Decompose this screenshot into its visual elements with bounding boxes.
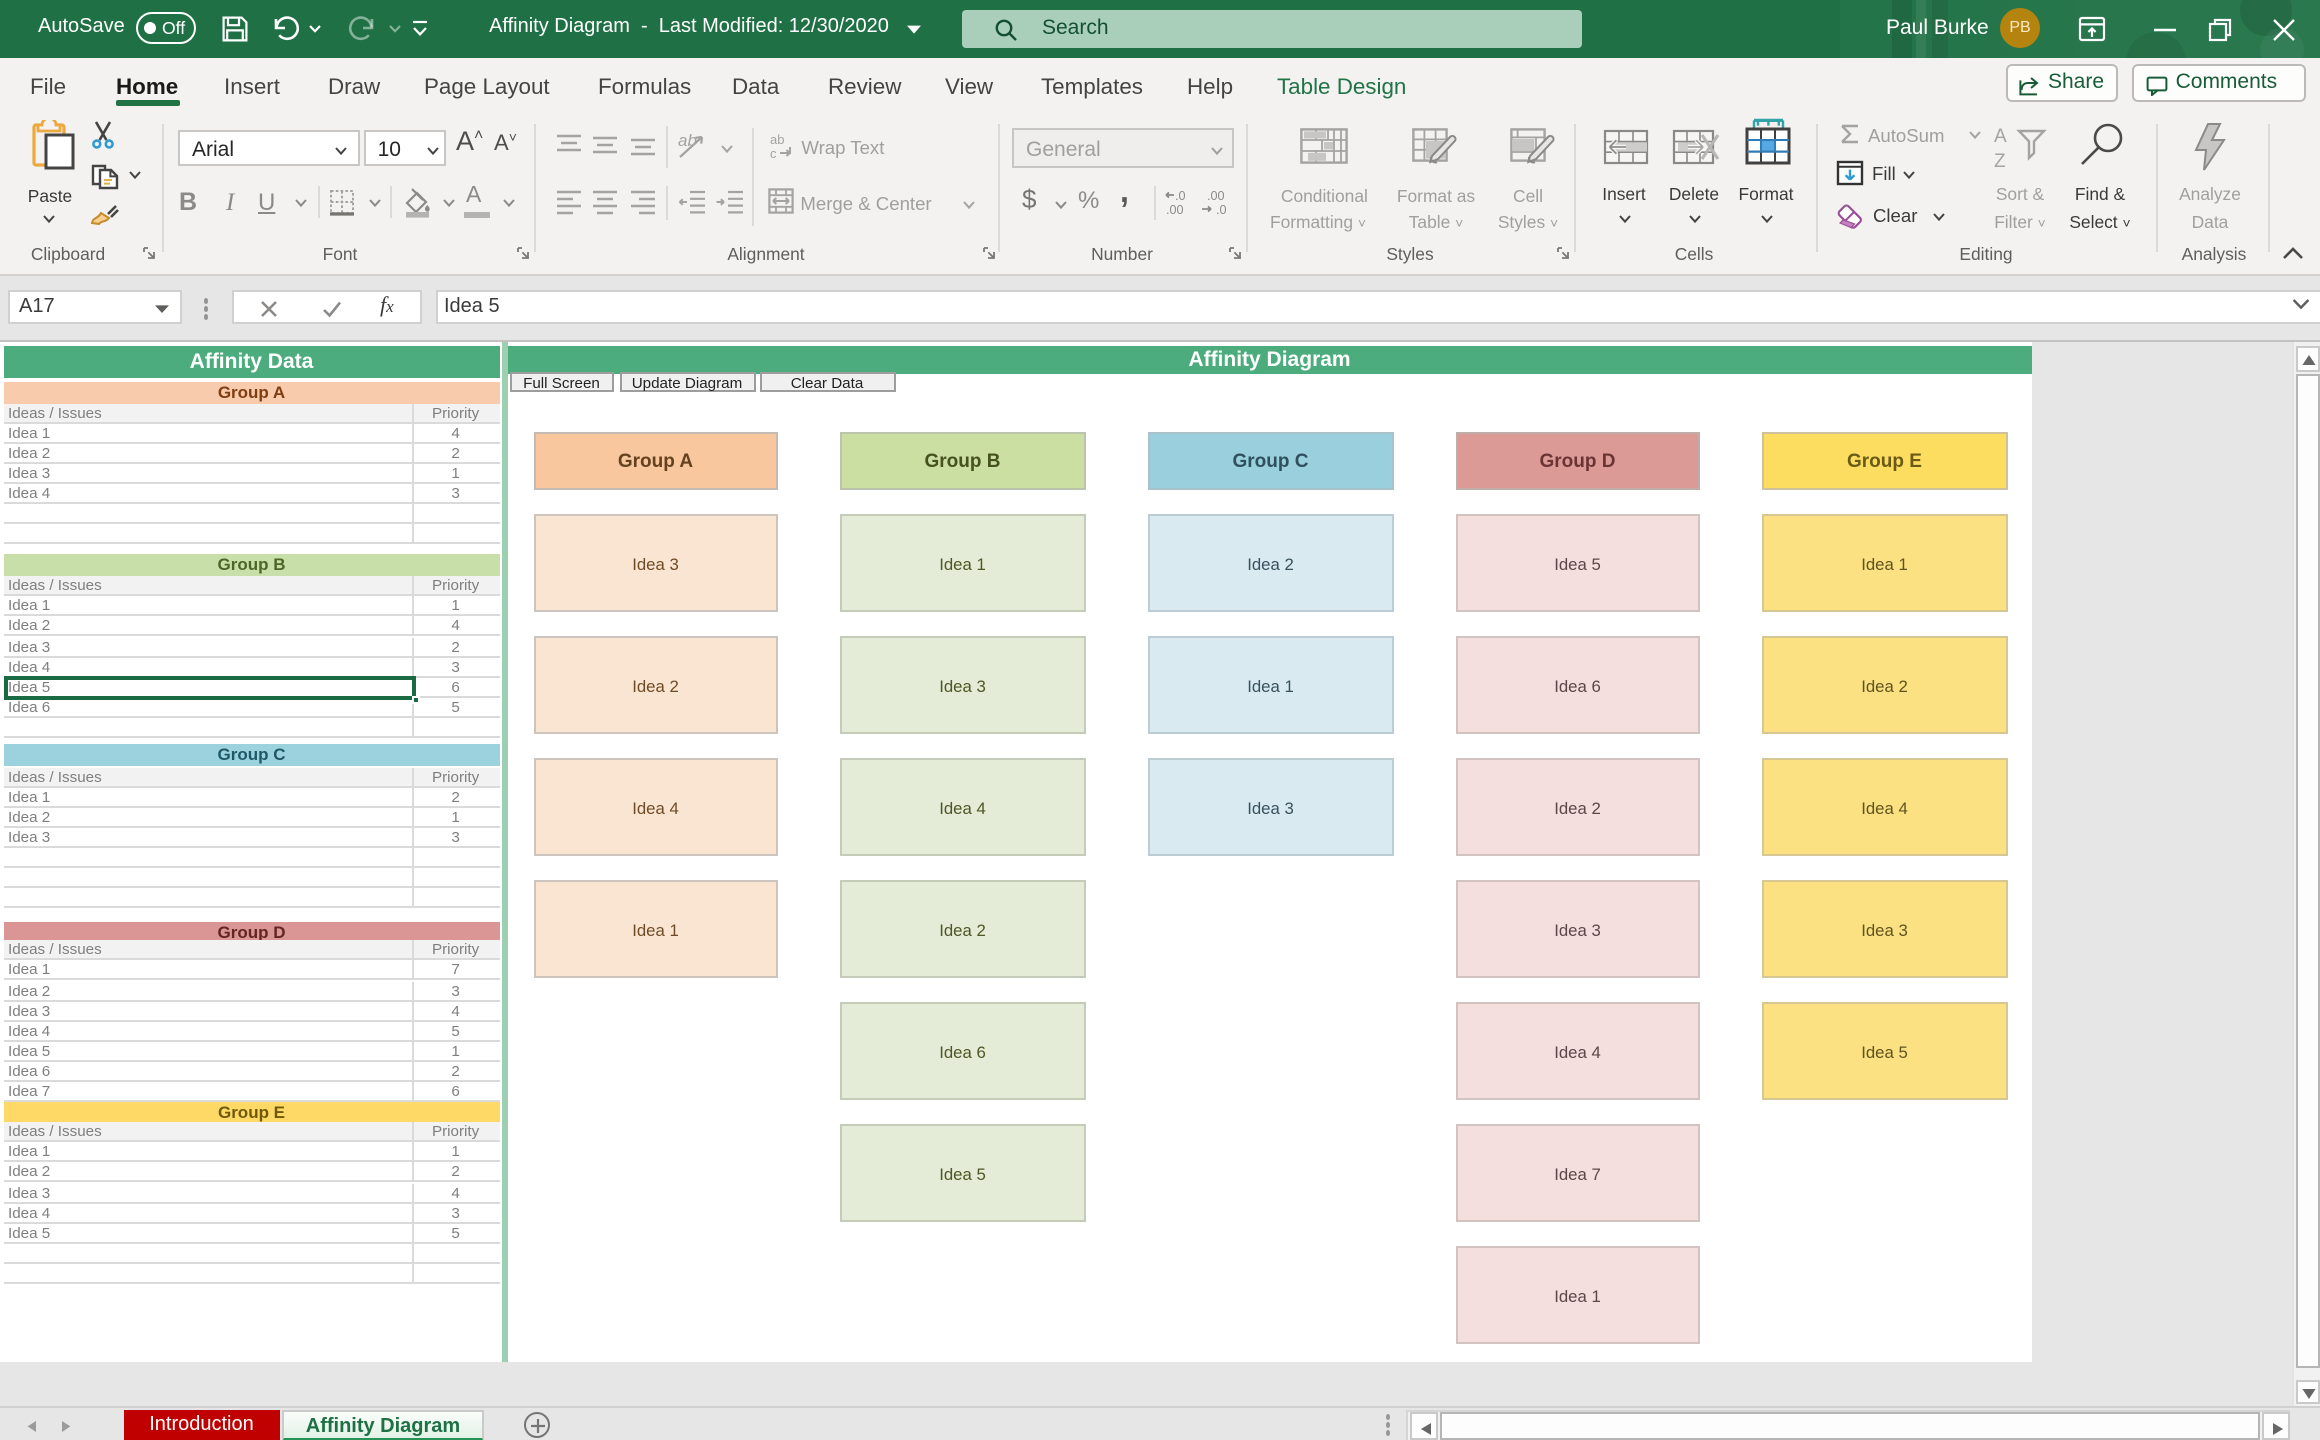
svg-text:Z: Z	[1994, 150, 2006, 169]
svg-text:.0: .0	[1215, 203, 1226, 216]
svg-text:.00: .00	[1206, 189, 1224, 203]
svg-text:c: c	[770, 146, 777, 160]
svg-text:.00: .00	[1166, 203, 1184, 216]
svg-text:ab: ab	[770, 132, 784, 147]
svg-text:.0: .0	[1175, 189, 1186, 203]
svg-text:A: A	[1994, 125, 2007, 146]
svg-text:ab: ab	[678, 131, 697, 150]
